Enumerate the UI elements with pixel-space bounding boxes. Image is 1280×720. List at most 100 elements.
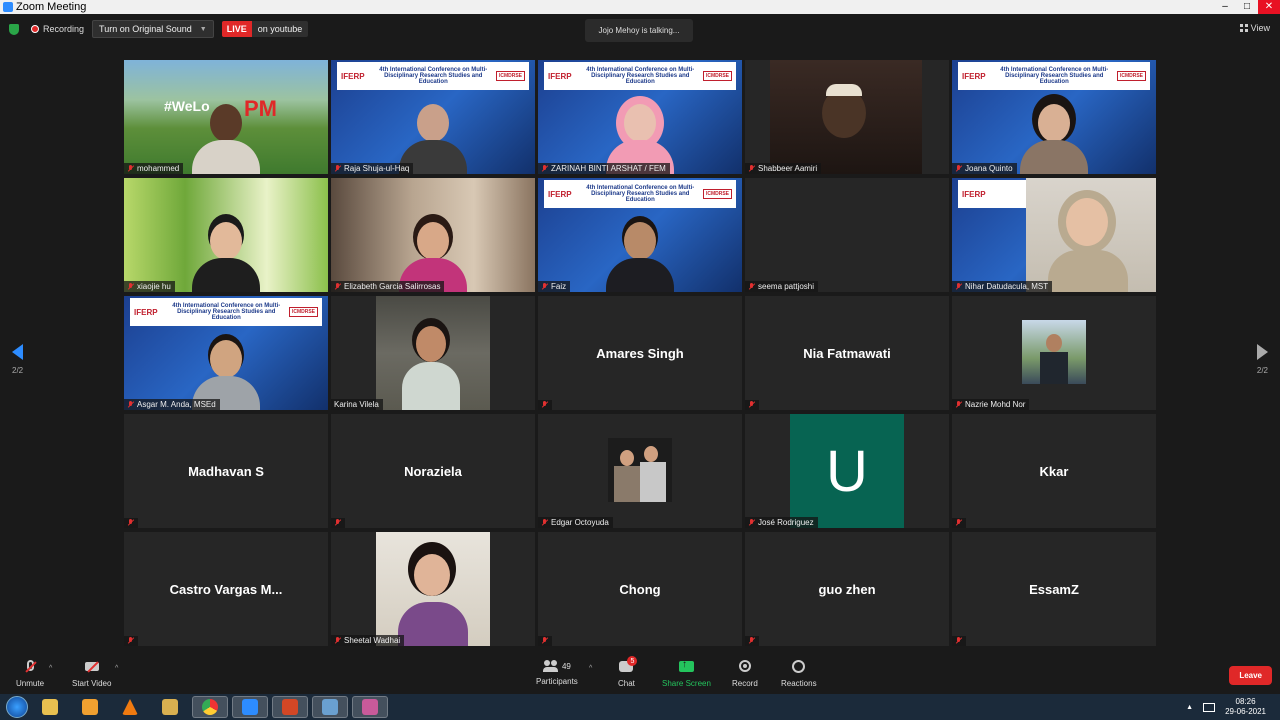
- security-shield-icon[interactable]: [9, 23, 19, 35]
- mic-muted-icon: [541, 518, 548, 527]
- mic-muted-icon: [955, 164, 962, 173]
- participant-display-name: Kkar: [1039, 463, 1069, 479]
- participant-name: José Rodriguez: [758, 518, 814, 527]
- gallery-grid: #WeLo PM mohammed IFERP 4th International…: [124, 60, 1156, 646]
- window-titlebar: Zoom Meeting – □ ✕: [0, 0, 1280, 14]
- chat-unread-badge: 5: [627, 656, 638, 666]
- media-player-taskbar-icon[interactable]: [72, 696, 108, 718]
- show-hidden-icons-caret-icon[interactable]: ▲: [1186, 704, 1193, 711]
- participant-name: ZARINAH BINTI ARSHAT / FEM: [551, 164, 666, 173]
- video-options-caret-icon[interactable]: ^: [115, 665, 118, 672]
- participant-tile[interactable]: IFERP 4th International Conference on Mul…: [124, 296, 328, 410]
- paint-taskbar-icon[interactable]: [352, 696, 388, 718]
- participant-name-tag: [124, 518, 138, 528]
- live-stream-indicator[interactable]: LIVE on youtube: [221, 21, 309, 37]
- participant-tile[interactable]: Edgar Octoyuda: [538, 414, 742, 528]
- participant-tile[interactable]: IFERP 4th International Conference on Mul…: [952, 60, 1156, 174]
- participant-tile[interactable]: Shabbeer Aamiri: [745, 60, 949, 174]
- participant-name: Faiz: [551, 282, 567, 291]
- participant-name-tag: Joana Quinto: [952, 163, 1017, 174]
- clock[interactable]: 08:26 29-06-2021: [1225, 697, 1266, 717]
- participant-name: Sheetal Wadhai: [344, 636, 401, 645]
- participants-options-caret-icon[interactable]: ^: [589, 665, 592, 672]
- powerpoint-taskbar-icon[interactable]: [272, 696, 308, 718]
- participant-display-name: Amares Singh: [596, 345, 684, 361]
- participant-tile[interactable]: Nazrie Mohd Nor: [952, 296, 1156, 410]
- conference-tag: ICMDRSE: [288, 307, 318, 317]
- minimize-icon[interactable]: –: [1214, 0, 1236, 14]
- reactions-label: Reactions: [781, 679, 817, 688]
- participant-name-tag: [538, 636, 552, 646]
- participant-tile[interactable]: Amares Singh: [538, 296, 742, 410]
- participant-tile[interactable]: Nia Fatmawati: [745, 296, 949, 410]
- network-icon[interactable]: [1203, 702, 1216, 712]
- next-page-button[interactable]: 2/2: [1257, 344, 1268, 375]
- participant-tile[interactable]: seema pattjoshi: [745, 178, 949, 292]
- participant-tile[interactable]: U José Rodriguez: [745, 414, 949, 528]
- live-badge: LIVE: [221, 21, 252, 37]
- view-label: View: [1250, 23, 1270, 33]
- participant-tile[interactable]: Elizabeth Garcia Salirrosas: [331, 178, 535, 292]
- participant-tile[interactable]: IFERP Nihar Datudacula, MST: [952, 178, 1156, 292]
- screen-app-taskbar-icon[interactable]: [312, 696, 348, 718]
- view-button[interactable]: View: [1239, 23, 1270, 33]
- conference-tag: ICMDRSE: [702, 71, 732, 81]
- reactions-button[interactable]: Reactions: [781, 660, 817, 688]
- participant-video: [1014, 100, 1094, 174]
- meeting-controls-toolbar: Unmute ^ Start Video ^ 49 Participants ^…: [0, 656, 1280, 694]
- file-explorer-taskbar-icon[interactable]: [32, 696, 68, 718]
- iferp-logo: IFERP: [548, 71, 572, 81]
- mic-muted-icon: [127, 637, 134, 645]
- start-video-button[interactable]: Start Video: [72, 660, 111, 688]
- participant-display-name: Chong: [619, 581, 661, 597]
- audio-options-caret-icon[interactable]: ^: [49, 665, 52, 672]
- participant-tile[interactable]: Castro Vargas M...: [124, 532, 328, 646]
- windows-start-icon[interactable]: [6, 696, 28, 718]
- share-screen-button[interactable]: Share Screen: [662, 659, 711, 688]
- record-button[interactable]: Record: [732, 660, 758, 688]
- participant-tile[interactable]: Sheetal Wadhai: [331, 532, 535, 646]
- participant-tile[interactable]: #WeLo PM mohammed: [124, 60, 328, 174]
- maximize-icon[interactable]: □: [1236, 0, 1258, 14]
- participant-tile[interactable]: Kkar: [952, 414, 1156, 528]
- leave-meeting-button[interactable]: Leave: [1229, 666, 1272, 685]
- mic-muted-icon: [334, 164, 341, 173]
- app-taskbar-icon[interactable]: [152, 696, 188, 718]
- active-speaker-indicator: Jojo Mehoy is talking...: [585, 19, 693, 42]
- participant-tile[interactable]: IFERP 4th International Conference on Mul…: [538, 178, 742, 292]
- mic-muted-icon: [748, 401, 755, 409]
- participant-tile[interactable]: IFERP 4th International Conference on Mul…: [538, 60, 742, 174]
- participant-name-tag: Raja Shuja-ul-Haq: [331, 163, 414, 174]
- chevron-down-icon[interactable]: ▼: [200, 26, 207, 33]
- close-icon[interactable]: ✕: [1258, 0, 1280, 14]
- windows-taskbar: ▲ 08:26 29-06-2021: [0, 694, 1280, 720]
- profile-photo: [376, 532, 490, 646]
- participant-tile[interactable]: guo zhen: [745, 532, 949, 646]
- participant-tile[interactable]: xiaojie hu: [124, 178, 328, 292]
- camera-off-icon: [84, 660, 100, 674]
- zoom-taskbar-icon[interactable]: [232, 696, 268, 718]
- participant-tile[interactable]: Noraziela: [331, 414, 535, 528]
- page-indicator-left: 2/2: [12, 366, 24, 375]
- participants-button[interactable]: 49 Participants: [536, 660, 578, 686]
- window-title: Zoom Meeting: [16, 1, 87, 13]
- participant-name-tag: Nihar Datudacula, MST: [952, 281, 1053, 292]
- participant-tile[interactable]: Chong: [538, 532, 742, 646]
- participant-tile[interactable]: Madhavan S: [124, 414, 328, 528]
- chat-label: Chat: [618, 679, 635, 688]
- previous-page-button[interactable]: 2/2: [12, 344, 23, 375]
- participant-name: xiaojie hu: [137, 282, 171, 291]
- vlc-taskbar-icon[interactable]: [112, 696, 148, 718]
- chat-button[interactable]: 5 Chat: [618, 656, 638, 688]
- original-sound-button[interactable]: Turn on Original Sound ▼: [92, 20, 214, 38]
- participant-tile[interactable]: EssamZ: [952, 532, 1156, 646]
- participant-tile[interactable]: Karina Vilela: [331, 296, 535, 410]
- participant-tile[interactable]: IFERP 4th International Conference on Mul…: [331, 60, 535, 174]
- unmute-button[interactable]: Unmute: [16, 660, 44, 688]
- meeting-topbar: Recording Turn on Original Sound ▼ LIVE …: [0, 14, 1280, 44]
- participant-video: [186, 100, 266, 174]
- record-label: Record: [732, 679, 758, 688]
- participant-display-name: Nia Fatmawati: [803, 345, 891, 361]
- chrome-taskbar-icon[interactable]: [192, 696, 228, 718]
- conference-tag: ICMDRSE: [495, 71, 525, 81]
